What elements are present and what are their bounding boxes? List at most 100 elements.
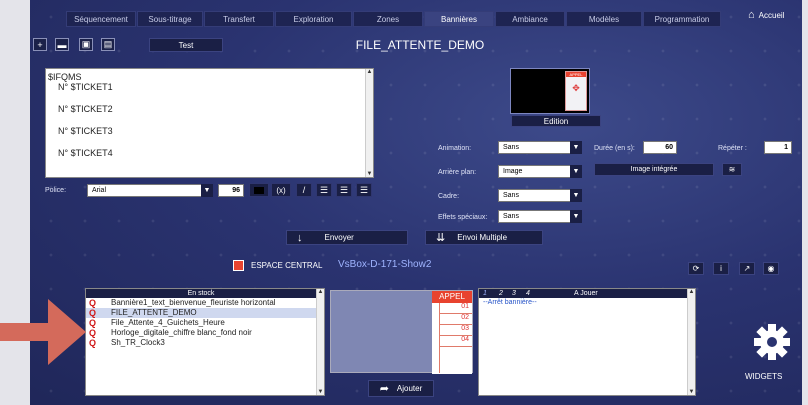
- save-as-icon[interactable]: ▤: [101, 38, 115, 51]
- repeat-input[interactable]: 1: [764, 141, 792, 154]
- italic-button[interactable]: /: [296, 183, 312, 197]
- chevron-down-icon: ▼: [201, 184, 213, 197]
- tab-ambiance[interactable]: Ambiance: [495, 11, 565, 27]
- right-frame: [802, 0, 808, 405]
- list-item-label: Bannière1_text_bienvenue_fleuriste horiz…: [111, 298, 276, 307]
- list-item[interactable]: Q Horloge_digitale_chiffre blanc_fond noi…: [86, 328, 324, 338]
- tab-sequencement[interactable]: Séquencement: [66, 11, 136, 27]
- tab-transfert[interactable]: Transfert: [204, 11, 274, 27]
- list-item[interactable]: Q Bannière1_text_bienvenue_fleuriste hori…: [86, 298, 324, 308]
- frame-select[interactable]: Sans ▼: [498, 189, 582, 202]
- align-left-icon[interactable]: ☰: [316, 183, 332, 197]
- page-1[interactable]: 1: [483, 289, 487, 298]
- app-window: Séquencement Sous-titrage Transfert Expl…: [0, 0, 808, 405]
- list-item[interactable]: Q File_Attente_4_Guichets_Heure: [86, 318, 324, 328]
- tab-programmation[interactable]: Programmation: [643, 11, 721, 27]
- appel-number: 04: [440, 336, 472, 347]
- list-item-label: Sh_TR_Clock3: [111, 338, 165, 347]
- page-2[interactable]: 2: [499, 289, 503, 298]
- align-right-icon[interactable]: ☰: [356, 183, 372, 197]
- preview-appel-label: APPEL: [566, 72, 586, 77]
- arrow-down-icon: ↓: [297, 231, 303, 244]
- appel-panel: APPEL 01 02 03 04: [432, 291, 472, 374]
- save-icon[interactable]: ▣: [79, 38, 93, 51]
- multi-arrow-icon: ⇊: [436, 232, 446, 244]
- playing-header: 1 2 3 4 A Jouer: [479, 289, 687, 298]
- frame-label: Cadre:: [438, 193, 460, 200]
- variable-button[interactable]: (x): [271, 183, 291, 197]
- duration-label: Durée (en s):: [594, 145, 635, 152]
- send-multiple-button[interactable]: ⇊ Envoi Multiple: [425, 230, 543, 245]
- appel-number: 02: [440, 314, 472, 325]
- move-icon: ✥: [572, 83, 580, 93]
- playing-list[interactable]: 1 2 3 4 A Jouer --Arrêt bannière-- ▲ ▼: [478, 288, 696, 396]
- chevron-down-icon: ▼: [570, 189, 582, 202]
- home-button[interactable]: ⌂ Accueil: [748, 9, 784, 21]
- send-multiple-label: Envoi Multiple: [457, 233, 508, 242]
- layers-icon[interactable]: ≋: [722, 163, 742, 176]
- tab-sous-titrage[interactable]: Sous-titrage: [137, 11, 203, 27]
- send-label: Envoyer: [324, 233, 354, 242]
- send-button[interactable]: ↓ Envoyer: [286, 230, 408, 245]
- list-item[interactable]: Q FILE_ATTENTE_DEMO: [86, 308, 324, 318]
- add-button[interactable]: ➦ Ajouter: [368, 380, 434, 397]
- list-item[interactable]: --Arrêt bannière--: [479, 299, 695, 306]
- effects-select[interactable]: Sans ▼: [498, 210, 582, 223]
- tab-exploration[interactable]: Exploration: [275, 11, 352, 27]
- embedded-image-button[interactable]: Image intégrée: [594, 163, 714, 176]
- edition-button[interactable]: Edition: [511, 115, 601, 127]
- playlist-q-icon: Q: [89, 338, 97, 348]
- list-item-label: FILE_ATTENTE_DEMO: [111, 308, 197, 317]
- playing-scrollbar[interactable]: ▲ ▼: [687, 289, 695, 395]
- editor-line: N° $TICKET1: [58, 82, 113, 92]
- font-size-input[interactable]: 96: [218, 184, 244, 197]
- home-icon: ⌂: [748, 9, 755, 21]
- home-label: Accueil: [758, 10, 785, 20]
- chevron-down-icon: ▼: [570, 210, 582, 223]
- gear-icon[interactable]: [752, 322, 792, 362]
- camera-icon[interactable]: ◉: [763, 262, 779, 275]
- stock-scrollbar[interactable]: ▲ ▼: [316, 289, 324, 395]
- font-select[interactable]: Arial ▼: [87, 184, 213, 197]
- list-item[interactable]: Q Sh_TR_Clock3: [86, 338, 324, 348]
- font-color-button[interactable]: [249, 183, 269, 197]
- animation-label: Animation:: [438, 145, 472, 152]
- file-title: FILE_ATTENTE_DEMO: [355, 38, 485, 52]
- playlist-q-icon: Q: [89, 328, 97, 338]
- stock-list[interactable]: En stock Q Bannière1_text_bienvenue_fleur…: [85, 288, 325, 396]
- background-label: Arrière plan:: [438, 169, 477, 176]
- external-link-icon[interactable]: ↗: [739, 262, 755, 275]
- info-icon[interactable]: i: [713, 262, 729, 275]
- editor-line: N° $TICKET4: [58, 148, 113, 158]
- text-editor[interactable]: $IFQMS N° $TICKET1 N° $TICKET2 N° $TICKE…: [45, 68, 374, 178]
- widgets-label[interactable]: WIDGETS: [745, 372, 782, 381]
- refresh-icon[interactable]: ⟳: [688, 262, 704, 275]
- effects-value: Sans: [503, 213, 519, 220]
- tab-bannieres[interactable]: Bannières: [424, 11, 494, 27]
- background-select[interactable]: Image ▼: [498, 165, 582, 178]
- appel-label: APPEL: [432, 291, 472, 303]
- effects-label: Effets spéciaux:: [438, 214, 488, 221]
- new-file-icon[interactable]: +: [33, 38, 47, 51]
- page-4[interactable]: 4: [526, 289, 530, 298]
- playlist-q-icon: Q: [89, 308, 97, 318]
- tab-zones[interactable]: Zones: [353, 11, 423, 27]
- tab-modeles[interactable]: Modèles: [566, 11, 642, 27]
- align-center-icon[interactable]: ☰: [336, 183, 352, 197]
- stock-header: En stock: [86, 289, 316, 298]
- page-3[interactable]: 3: [512, 289, 516, 298]
- appel-preview: APPEL 01 02 03 04: [330, 290, 473, 374]
- banner-preview: APPEL ✥: [510, 68, 590, 114]
- space-label: ESPACE CENTRAL: [251, 261, 323, 270]
- pointer-arrow-icon: [0, 299, 86, 365]
- open-folder-icon[interactable]: ▬: [55, 38, 69, 51]
- test-button[interactable]: Test: [149, 38, 223, 52]
- font-label: Police:: [45, 187, 67, 194]
- editor-scrollbar[interactable]: ▲ ▼: [365, 69, 373, 177]
- animation-select[interactable]: Sans ▼: [498, 141, 582, 154]
- playlist-q-icon: Q: [89, 298, 97, 308]
- screen-icon: [233, 260, 244, 271]
- playlist-q-icon: Q: [89, 318, 97, 328]
- duration-input[interactable]: 60: [643, 141, 677, 154]
- arrow-right-icon: ➦: [379, 383, 389, 395]
